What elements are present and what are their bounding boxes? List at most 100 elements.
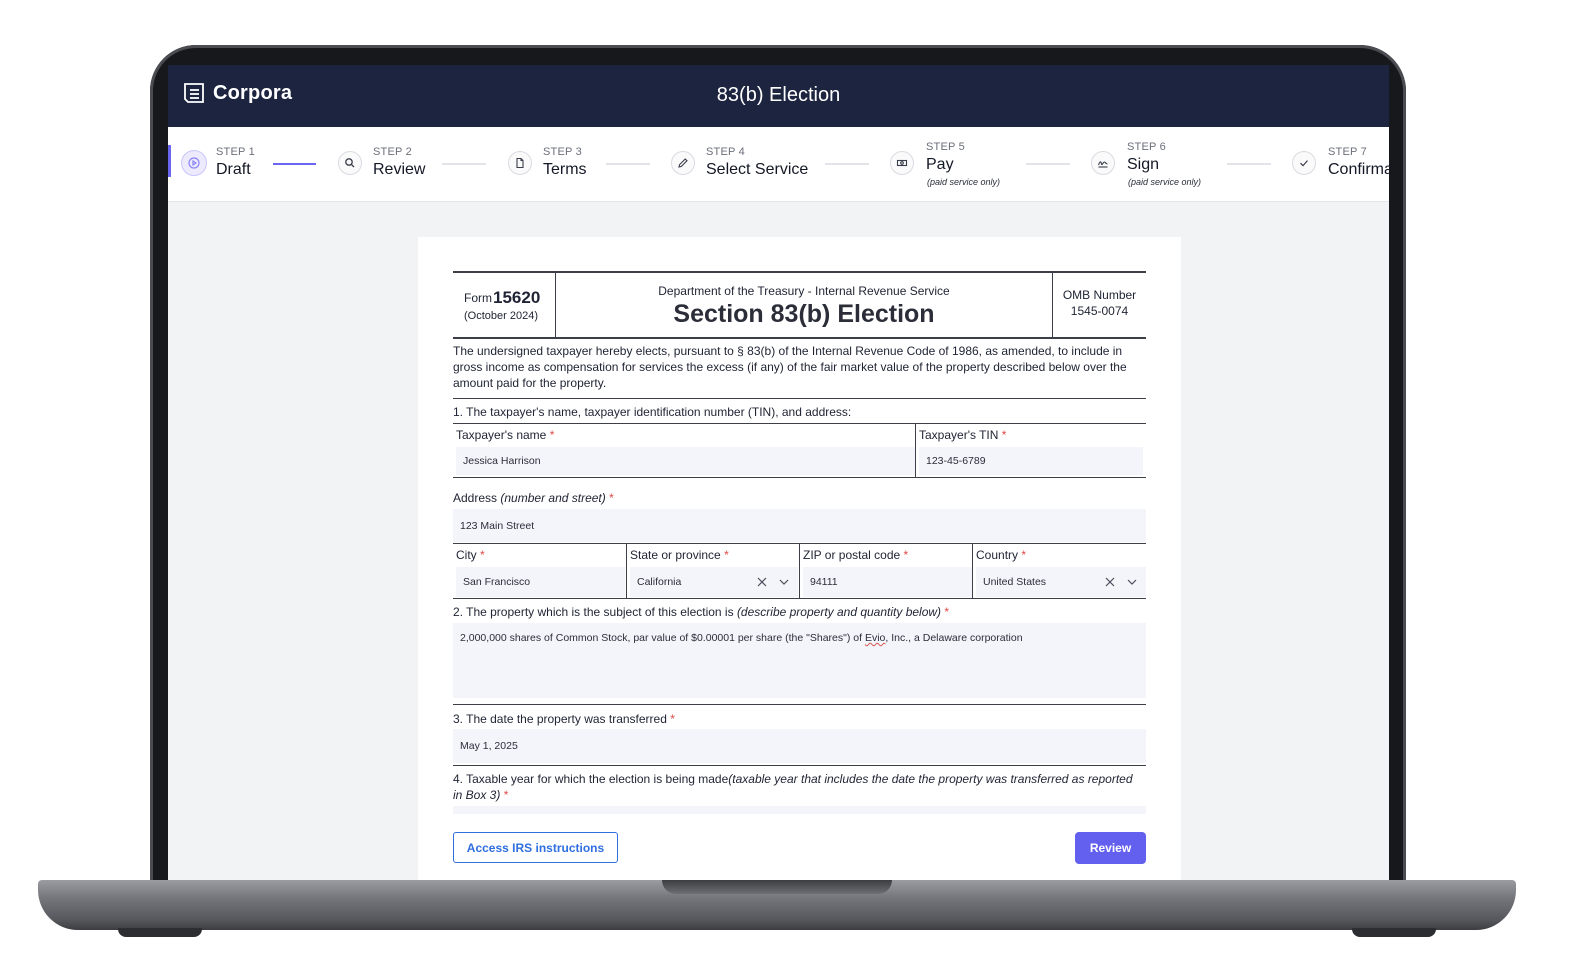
question-4-line-1: 4. Taxable year for which the election i…: [453, 772, 1133, 786]
clear-icon[interactable]: [1104, 576, 1116, 588]
question-hint: (describe property and quantity below): [736, 605, 942, 619]
required-mark: *: [480, 548, 485, 562]
step-icon-circle: [671, 151, 695, 175]
form-header: Form 15620 (October 2024) Department of …: [453, 271, 1146, 339]
required-mark: *: [1001, 428, 1007, 442]
required-mark: *: [503, 788, 509, 802]
label-text: ZIP or postal code: [803, 548, 901, 562]
step-name: Pay: [926, 156, 954, 173]
form-title: Section 83(b) Election: [673, 300, 935, 328]
required-mark: *: [670, 712, 675, 726]
chevron-down-icon[interactable]: [778, 576, 790, 588]
step-number: STEP 5: [926, 141, 965, 153]
taxpayer-name-input[interactable]: Jessica Harrison: [456, 447, 915, 475]
divider: [915, 423, 916, 477]
app-header: Corpora 83(b) Election: [168, 65, 1389, 127]
clear-icon[interactable]: [756, 576, 768, 588]
form-date: (October 2024): [464, 310, 538, 322]
step-number: STEP 6: [1127, 141, 1166, 153]
review-button[interactable]: Review: [1075, 832, 1146, 864]
city-input[interactable]: San Francisco: [456, 567, 625, 597]
taxable-year-input[interactable]: [453, 806, 1146, 814]
address-input[interactable]: 123 Main Street: [453, 509, 1146, 542]
divider: [453, 477, 1146, 478]
step-icon-circle: [181, 150, 207, 176]
question-hint: (taxable year that includes the date the…: [728, 772, 1133, 786]
pencil-icon: [678, 158, 688, 168]
check-icon: [1300, 160, 1308, 167]
required-mark: *: [903, 548, 909, 562]
omb-number: 1545-0074: [1070, 304, 1129, 318]
form-page: Form 15620 (October 2024) Department of …: [418, 237, 1181, 880]
state-label: State or province *: [630, 548, 729, 562]
step-icon-circle: [1091, 151, 1115, 175]
form-word: Form: [464, 291, 492, 305]
step-name: Select Service: [706, 161, 809, 178]
label-text: Address: [453, 491, 498, 505]
laptop-foot-left: [118, 928, 202, 937]
step-note: (paid service only): [927, 177, 1001, 187]
required-mark: *: [724, 548, 729, 562]
department-name: Department of the Treasury - Internal Re…: [658, 284, 950, 298]
screen: Corpora 83(b) Election STEP 1 Draft STEP…: [168, 65, 1389, 880]
city-label: City *: [456, 548, 485, 562]
address-label: Address (number and street) *: [453, 491, 614, 505]
required-mark: *: [1021, 548, 1027, 562]
cash-icon: [896, 159, 908, 167]
question-hint: in Box 3): [453, 788, 501, 802]
active-step-marker: [168, 145, 171, 177]
label-text: Taxpayer's name: [456, 428, 547, 442]
step-icon-circle: [1292, 151, 1316, 175]
play-icon: [188, 157, 200, 169]
text-segment: 2,000,000 shares of Common Stock, par va…: [460, 632, 863, 644]
question-3: 3. The date the property was transferred…: [453, 712, 675, 726]
step-icon-circle: [338, 151, 362, 175]
omb-label: OMB Number: [1062, 288, 1137, 302]
step-name: Sign: [1127, 156, 1160, 173]
search-icon: [345, 158, 355, 168]
taxpayer-name-label: Taxpayer's name *: [456, 428, 554, 442]
step-number: STEP 2: [373, 146, 412, 158]
label-text: Taxpayer's TIN: [919, 428, 999, 442]
zip-input[interactable]: 94111: [803, 567, 972, 597]
step-name: Confirma: [1328, 161, 1389, 178]
taxpayer-tin-input[interactable]: 123-45-6789: [919, 447, 1143, 475]
select-controls: [756, 567, 790, 597]
step-name: Terms: [543, 161, 587, 178]
step-connector: [1026, 163, 1070, 165]
divider: [972, 543, 973, 598]
label-text: Country: [976, 548, 1019, 562]
step-number: STEP 1: [216, 146, 255, 158]
country-select-value: United States: [983, 576, 1047, 588]
required-mark: *: [549, 428, 555, 442]
zip-label: ZIP or postal code *: [803, 548, 908, 562]
country-select[interactable]: United States: [976, 567, 1146, 597]
property-description-text: 2,000,000 shares of Common Stock, par va…: [460, 631, 1023, 645]
step-note: (paid service only): [1128, 177, 1202, 187]
country-label: Country *: [976, 548, 1026, 562]
question-4-line-2: in Box 3) *: [453, 788, 508, 802]
divider: [453, 423, 1146, 424]
state-select[interactable]: California: [630, 567, 798, 597]
divider: [453, 704, 1146, 705]
required-mark: *: [609, 491, 614, 505]
label-text: City: [456, 548, 477, 562]
election-statement: The undersigned taxpayer hereby elects, …: [453, 344, 1127, 390]
form-number: 15620: [493, 288, 541, 307]
step-connector: [825, 163, 869, 165]
step-connector: [1227, 163, 1271, 165]
property-description-textarea[interactable]: 2,000,000 shares of Common Stock, par va…: [453, 623, 1146, 698]
state-select-value: California: [637, 576, 682, 588]
signature-icon: [1097, 161, 1108, 168]
irs-instructions-button[interactable]: Access IRS instructions: [453, 832, 618, 863]
step-number: STEP 4: [706, 146, 745, 158]
page-title: 83(b) Election: [716, 84, 841, 106]
step-number: STEP 3: [543, 146, 582, 158]
label-text: State or province: [630, 548, 721, 562]
divider: [453, 398, 1146, 399]
chevron-down-icon[interactable]: [1126, 576, 1138, 588]
document-icon: [516, 157, 524, 169]
step-icon-circle: [508, 151, 532, 175]
step-icon-circle: [890, 151, 914, 175]
transfer-date-input[interactable]: May 1, 2025: [453, 729, 1146, 763]
